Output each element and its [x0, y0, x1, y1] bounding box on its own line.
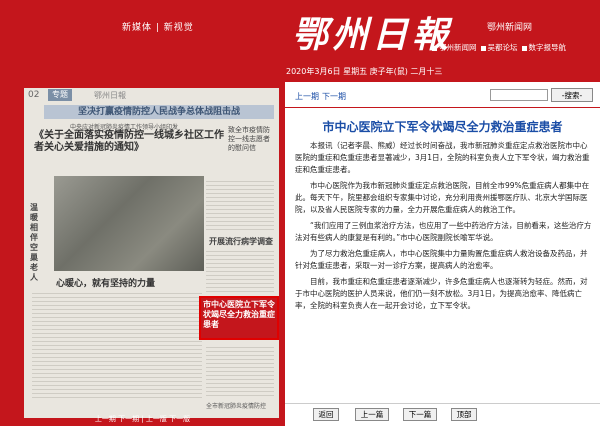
prev-issue-link[interactable]: 上一期 [295, 91, 319, 102]
highlighted-article-area[interactable]: 市中心医院立下军令状竭尽全力救治重症患者 [199, 296, 279, 340]
search-button[interactable]: -搜索- [551, 88, 593, 102]
back-button[interactable]: 返回 [313, 408, 339, 421]
divider [285, 403, 600, 404]
paper-headline-2[interactable]: 心暖心，就有坚持的力量 [56, 276, 155, 289]
article-paragraph: 目前，我市重症和危重症患者逐渐减少，许多危重症病人也逐渐转为轻症。然而，对于市中… [295, 277, 588, 310]
page-preview-panel: 02 专题 鄂州日報 坚决打赢疫情防控人民战争总体战阻击战 中央应对新冠肺炎疫情… [0, 82, 285, 426]
prev-article-button[interactable]: 上一篇 [355, 408, 389, 421]
paper-text-lines [32, 290, 202, 400]
newspaper-title: 鄂州日報 [292, 14, 453, 56]
paper-side-headline[interactable]: 致全市疫情防控一线志愿者的慰问信 [228, 126, 276, 153]
divider [285, 107, 600, 108]
paper-text-lines [206, 178, 274, 233]
article-paragraph: 为了尽力救治危重症病人，市中心医院集中力量购置危重症病人救治设备及药品，并针对危… [295, 249, 588, 270]
masthead: 新媒体 | 新视觉 鄂州日報 鄂州新闻网 鄂州新闻网 吴都论坛 数字报导航 20… [0, 0, 600, 82]
highlighted-article-title: 市中心医院立下军令状竭尽全力救治重症患者 [203, 300, 275, 329]
issue-date: 2020年3月6日 星期五 庚子年(鼠) 二月十三 [286, 67, 443, 76]
section-tag: 专题 [48, 89, 72, 101]
paper-text-lines [206, 248, 274, 293]
page-number: 02 [28, 90, 40, 100]
paper-right-headline[interactable]: 开展流行病学调查 [209, 236, 273, 247]
paper-headline[interactable]: 《关于全面落实疫情防控一线城乡社区工作者关心关爱措施的通知》 [34, 130, 224, 154]
article-panel: 上一期 下一期 -搜索- 市中心医院立下军令状竭尽全力救治重症患者 本报讯（记者… [285, 82, 600, 426]
paper-logo: 鄂州日報 [94, 91, 126, 100]
square-icon [432, 45, 437, 51]
link-digital-nav[interactable]: 数字报导航 [521, 42, 566, 53]
article-paragraph: 本报讯（记者李晨、熊威）经过长时间奋战，我市新冠肺炎重症定点救治医院市中心医院的… [295, 141, 590, 174]
newspaper-page-image: 02 专题 鄂州日報 坚决打赢疫情防控人民战争总体战阻击战 中央应对新冠肺炎疫情… [24, 88, 279, 418]
article-paragraph: 市中心医院作为我市新冠肺炎重症定点救治医院，目前全市99%危重症病人都集中在此。… [295, 181, 590, 214]
paper-photo [54, 176, 204, 271]
paper-vertical-headline[interactable]: 温暖相伴空巢老人 [30, 203, 44, 283]
square-icon [480, 45, 486, 51]
top-button[interactable]: 顶部 [451, 408, 477, 421]
site-name: 鄂州新闻网 [487, 23, 533, 33]
header-links: 鄂州新闻网 吴都论坛 数字报导航 [432, 42, 566, 53]
article-toolbar: 上一期 下一期 -搜索- [285, 87, 600, 103]
next-article-button[interactable]: 下一篇 [403, 408, 437, 421]
square-icon [521, 45, 527, 51]
paper-bottom-text[interactable]: 全市新冠肺炎疫情防控 [206, 401, 266, 410]
page-nav-links[interactable]: 上一期 下一期 | 上一版 下一版 [0, 414, 285, 424]
search-input[interactable] [490, 89, 548, 101]
link-ezhou-news[interactable]: 鄂州新闻网 [432, 42, 477, 53]
next-issue-link[interactable]: 下一期 [322, 91, 346, 102]
link-wudu-forum[interactable]: 吴都论坛 [480, 42, 518, 53]
paper-text-lines [206, 344, 274, 396]
article-paragraph: “我们应用了三例血浆治疗方法，也应用了一些中药治疗方法，目前看来，这些治疗方法对… [295, 221, 592, 242]
media-links[interactable]: 新媒体 | 新视觉 [122, 20, 194, 33]
article-body: 本报讯（记者李晨、熊威）经过长时间奋战，我市新冠肺炎重症定点救治医院市中心医院的… [295, 140, 593, 316]
paper-banner[interactable]: 坚决打赢疫情防控人民战争总体战阻击战 [44, 105, 274, 119]
article-title: 市中心医院立下军令状竭尽全力救治重症患者 [322, 120, 563, 134]
